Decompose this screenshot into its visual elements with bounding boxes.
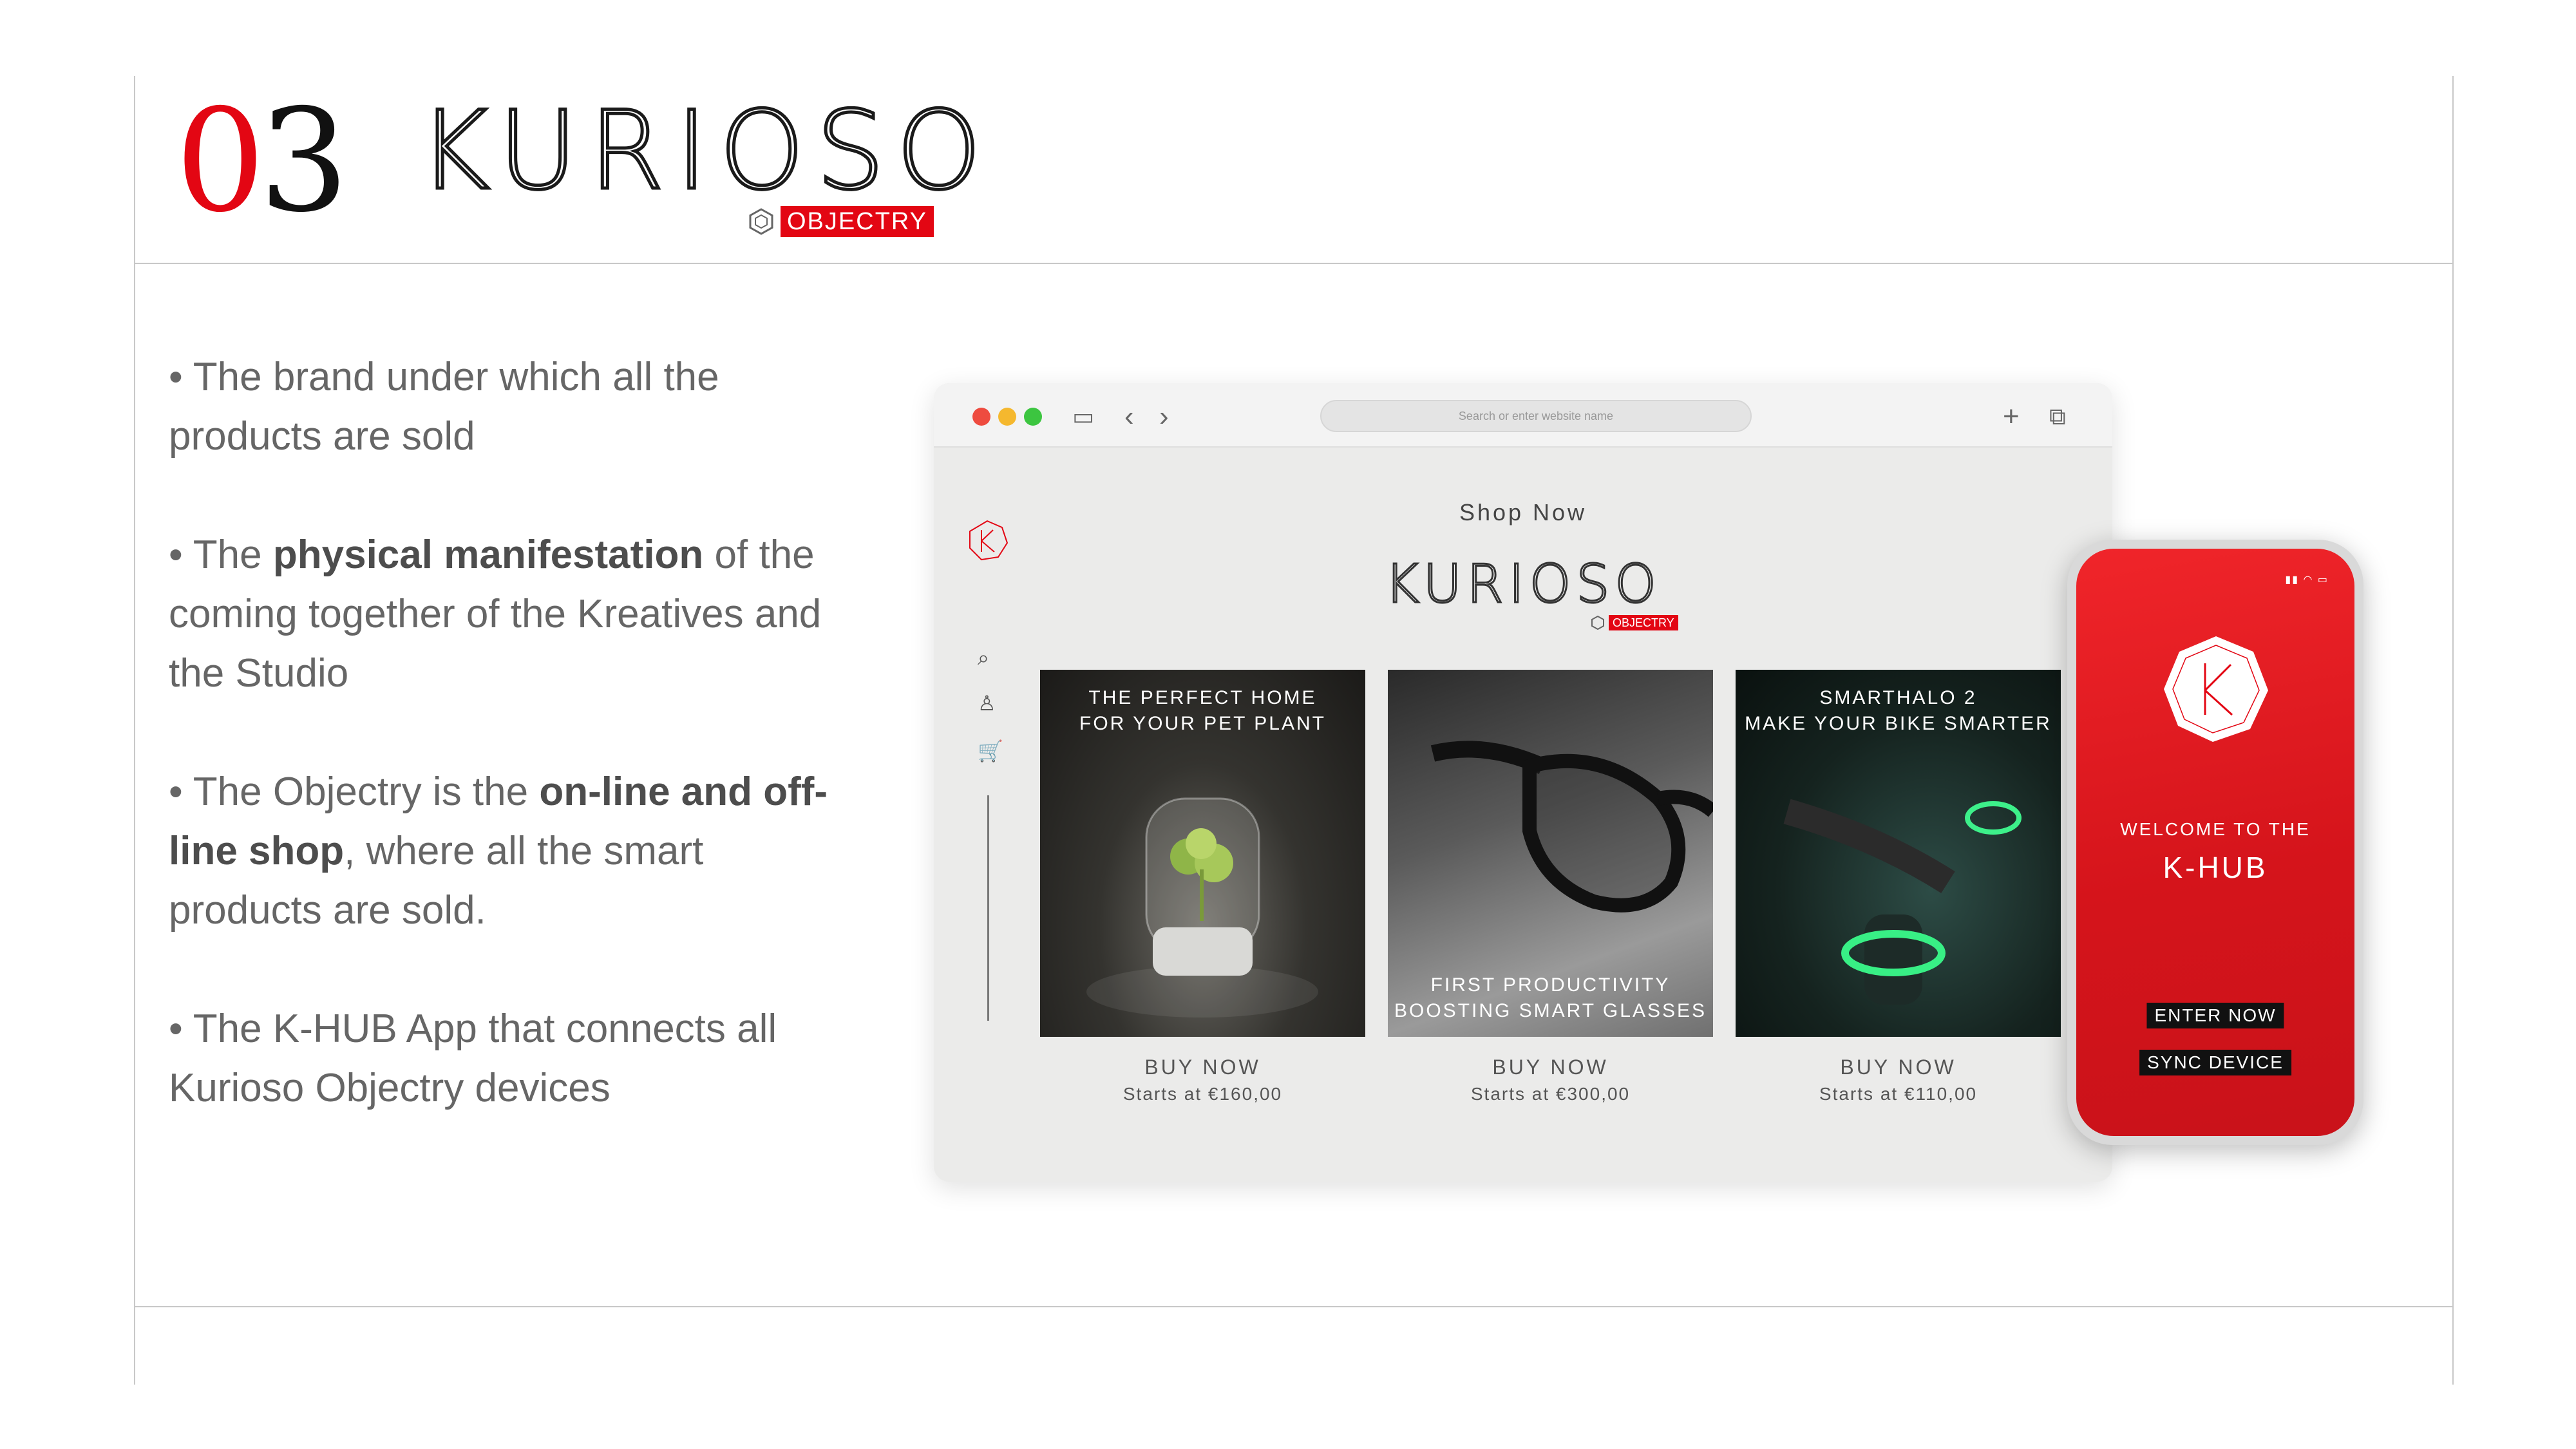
- plant-pot-image: [1086, 797, 1318, 1018]
- product-card-smart-glasses[interactable]: FIRST PRODUCTIVITY BOOSTING SMART GLASSE…: [1388, 670, 1713, 1037]
- objectry-label: OBJECTRY: [781, 206, 934, 237]
- phone-screen: ▮▮ ◠ ▭ WELCOME TO THE K-HUB ENTER NOW SY…: [2076, 549, 2354, 1136]
- shop-now-heading: Shop Now: [1459, 499, 1587, 526]
- product-price: Starts at €300,00: [1470, 1084, 1631, 1104]
- bike-halo-image: [1783, 799, 2022, 1005]
- frame-right-line: [2452, 76, 2454, 1385]
- product-buy-info: BUY NOW Starts at €160,00: [1040, 1053, 1365, 1107]
- footer-divider: [134, 1306, 2454, 1307]
- status-bar-icon: ▮▮ ◠ ▭: [2285, 574, 2329, 585]
- scroll-indicator[interactable]: [987, 795, 989, 1021]
- section-number-digit-3: 3: [258, 79, 349, 243]
- buy-now-link[interactable]: BUY NOW: [1040, 1053, 1365, 1081]
- hexagon-icon: [749, 208, 773, 235]
- welcome-text: WELCOME TO THE: [2120, 819, 2311, 839]
- address-bar-placeholder: Search or enter website name: [1458, 410, 1614, 422]
- sidebar-toggle-icon[interactable]: ▭: [1072, 401, 1094, 432]
- product-buy-info: BUY NOW Starts at €300,00: [1388, 1053, 1713, 1107]
- bullet-list: • The brand under which all the products…: [169, 348, 845, 1177]
- frame-left-line: [134, 76, 135, 1385]
- back-icon[interactable]: ‹: [1124, 401, 1134, 432]
- minimize-window-button[interactable]: [998, 408, 1016, 426]
- buy-now-link[interactable]: BUY NOW: [1388, 1053, 1713, 1081]
- enter-now-button[interactable]: ENTER NOW: [2146, 1003, 2284, 1028]
- shop-objectry-label: OBJECTRY: [1609, 615, 1678, 630]
- forward-icon[interactable]: ›: [1159, 401, 1169, 432]
- maximize-window-button[interactable]: [1024, 408, 1042, 426]
- product-card-plant-home[interactable]: THE PERFECT HOME FOR YOUR PET PLANT: [1040, 670, 1365, 1037]
- header-divider: [134, 263, 2454, 264]
- hexagon-icon: [1591, 616, 1604, 630]
- objectry-badge: OBJECTRY: [747, 206, 934, 237]
- shop-objectry-badge: OBJECTRY: [1591, 615, 1678, 630]
- bullet-item: • The brand under which all the products…: [169, 355, 719, 459]
- product-price: Starts at €110,00: [1819, 1084, 1978, 1104]
- tabs-overview-icon[interactable]: ⧉: [2049, 401, 2066, 432]
- k-hub-title: K-HUB: [2163, 851, 2268, 884]
- shop-kurioso-logo: KURIOSO: [1384, 553, 1662, 616]
- cart-icon[interactable]: 🛒: [978, 739, 1003, 763]
- section-number: 03: [175, 90, 349, 232]
- product-title: FIRST PRODUCTIVITY BOOSTING SMART GLASSE…: [1394, 974, 1707, 1021]
- close-window-button[interactable]: [972, 408, 990, 426]
- sync-device-button[interactable]: SYNC DEVICE: [2139, 1050, 2291, 1075]
- product-card-smarthalo[interactable]: SMARTHALO 2 MAKE YOUR BIKE SMARTER: [1736, 670, 2061, 1037]
- user-icon[interactable]: ♙: [978, 691, 996, 715]
- buy-now-link[interactable]: BUY NOW: [1736, 1053, 2061, 1081]
- kurioso-logo: KURIOSO: [417, 88, 994, 214]
- search-icon[interactable]: ⌕: [978, 646, 989, 670]
- browser-toolbar: ▭ ‹ › Search or enter website name + ⧉: [934, 383, 2112, 448]
- new-tab-icon[interactable]: +: [2003, 401, 2020, 432]
- section-number-digit-0: 0: [175, 79, 265, 243]
- phone-mockup: ▮▮ ◠ ▭ WELCOME TO THE K-HUB ENTER NOW SY…: [2067, 540, 2363, 1145]
- product-price: Starts at €160,00: [1122, 1084, 1283, 1104]
- address-bar[interactable]: Search or enter website name: [1320, 400, 1752, 432]
- bullet-item: • The Objectry is the on-line and off-li…: [169, 770, 828, 933]
- browser-window: ▭ ‹ › Search or enter website name + ⧉ ⌕…: [934, 383, 2112, 1182]
- bullet-item: • The K-HUB App that connects all Kurios…: [169, 1007, 777, 1110]
- product-buy-info: BUY NOW Starts at €110,00: [1736, 1053, 2061, 1107]
- k-hub-logo-icon: [2164, 636, 2268, 742]
- bullet-item: • The physical manifestation of the comi…: [169, 533, 822, 696]
